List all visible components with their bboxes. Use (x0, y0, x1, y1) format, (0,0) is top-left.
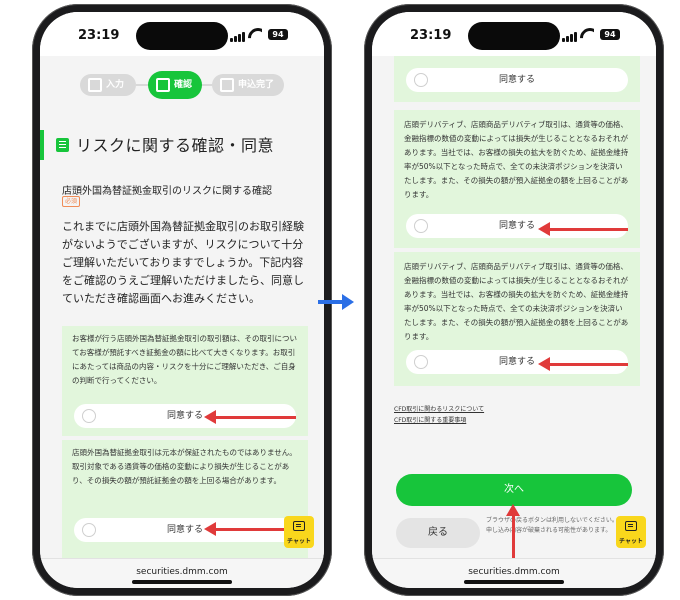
page-content[interactable]: 入力 確認 申込完了 リスクに関する確認・同意 店頭外国為替証拠金取引のリスクに… (40, 56, 324, 558)
link-cfd-risk[interactable]: CFD取引に関わるリスクについて (394, 404, 484, 413)
status-bar: 23:19 94 (40, 12, 324, 56)
browser-back-note: ブラウザの戻るボタンは利用しないでください。お申し込み内容が破棄される可能性があ… (486, 517, 624, 534)
risk-text: 店頭外国為替証拠金取引は元本が保証されたものではありません。取引対象である通貨等… (72, 448, 297, 485)
step-label: 確認 (174, 80, 193, 90)
annotation-arrow (204, 410, 296, 424)
screen-left: 23:19 94 入力 確認 申込完了 リスクに関する確認・同意 店頭外国為替証… (40, 12, 324, 588)
status-time: 23:19 (410, 28, 452, 43)
signal-icon (230, 32, 245, 42)
screen-right: 23:19 94 同意する 店頭デリバティブ、店頭商品デリバティブ取引は、通貨等… (372, 12, 656, 588)
status-time: 23:19 (78, 28, 120, 43)
agree-button[interactable]: 同意する (406, 350, 628, 374)
next-button[interactable]: 次へ (396, 474, 632, 506)
browser-url-bar[interactable]: securities.dmm.com (40, 558, 324, 588)
risk-panel: 同意する (394, 56, 640, 102)
radio-icon[interactable] (414, 73, 428, 87)
annotation-arrow (538, 357, 628, 371)
wifi-icon (580, 28, 594, 40)
page-title: リスクに関する確認・同意 (76, 136, 275, 155)
step-complete: 申込完了 (212, 74, 284, 96)
chat-button[interactable]: チャット (284, 516, 314, 548)
required-badge: 必須 (62, 196, 81, 207)
page-heading: リスクに関する確認・同意 (40, 130, 324, 160)
risk-text: お客様が行う店頭外国為替証拠金取引の取引額は、その取引についてお客様が預託すべき… (72, 334, 297, 385)
phone-left: 23:19 94 入力 確認 申込完了 リスクに関する確認・同意 店頭外国為替証… (32, 4, 332, 596)
radio-icon[interactable] (82, 409, 96, 423)
radio-icon[interactable] (414, 355, 428, 369)
annotation-arrow (538, 222, 628, 236)
annotation-arrow (506, 504, 520, 558)
pencil-icon (88, 78, 102, 92)
browser-url-bar[interactable]: securities.dmm.com (372, 558, 656, 588)
chat-button[interactable]: チャット (616, 516, 646, 548)
signal-icon (562, 32, 577, 42)
risk-panel: 店頭外国為替証拠金取引は元本が保証されたものではありません。取引対象である通貨等… (62, 440, 308, 558)
back-button[interactable]: 戻る (396, 518, 480, 548)
url-text: securities.dmm.com (136, 567, 228, 577)
step-confirm: 確認 (148, 71, 202, 99)
chat-label: チャット (287, 538, 311, 545)
url-text: securities.dmm.com (468, 567, 560, 577)
chat-icon (293, 521, 305, 531)
agree-label: 同意する (166, 411, 203, 421)
battery-icon: 94 (600, 29, 620, 40)
agree-label: 同意する (166, 525, 203, 535)
home-indicator (464, 580, 564, 584)
agree-label: 同意する (498, 75, 535, 85)
radio-icon[interactable] (414, 219, 428, 233)
risk-panel: お客様が行う店頭外国為替証拠金取引の取引額は、その取引についてお客様が預託すべき… (62, 326, 308, 436)
check-icon (220, 78, 234, 92)
agree-label: 同意する (498, 221, 535, 231)
agree-button[interactable]: 同意する (406, 214, 628, 238)
dynamic-island (468, 22, 560, 50)
page-content[interactable]: 同意する 店頭デリバティブ、店頭商品デリバティブ取引は、通貨等の価格、金融指標の… (372, 56, 656, 558)
dynamic-island (136, 22, 228, 50)
intro-text: これまでに店頭外国為替証拠金取引のお取引経験がないようでございますが、リスクにつ… (62, 220, 304, 305)
agree-label: 同意する (498, 357, 535, 367)
radio-icon[interactable] (82, 523, 96, 537)
document-icon (56, 138, 69, 152)
search-doc-icon (156, 78, 170, 92)
risk-text: 店頭デリバティブ、店頭商品デリバティブ取引は、通貨等の価格、金融指標の数値の変動… (404, 120, 629, 199)
status-bar: 23:19 94 (372, 12, 656, 56)
risk-text: 店頭デリバティブ、店頭商品デリバティブ取引は、通貨等の価格、金融指標の数値の変動… (404, 262, 629, 341)
chat-icon (625, 521, 637, 531)
transition-arrow (318, 294, 354, 310)
step-label: 入力 (106, 80, 125, 90)
phone-right: 23:19 94 同意する 店頭デリバティブ、店頭商品デリバティブ取引は、通貨等… (364, 4, 664, 596)
agree-button[interactable]: 同意する (406, 68, 628, 92)
link-cfd-important[interactable]: CFD取引に関する重要事項 (394, 415, 466, 424)
section-subtitle: 店頭外国為替証拠金取引のリスクに関する確認 (62, 186, 272, 197)
step-input: 入力 (80, 74, 136, 96)
wifi-icon (248, 28, 262, 40)
home-indicator (132, 580, 232, 584)
chat-label: チャット (619, 538, 643, 545)
progress-steps: 入力 確認 申込完了 (40, 68, 324, 99)
step-label: 申込完了 (238, 80, 275, 90)
battery-icon: 94 (268, 29, 288, 40)
